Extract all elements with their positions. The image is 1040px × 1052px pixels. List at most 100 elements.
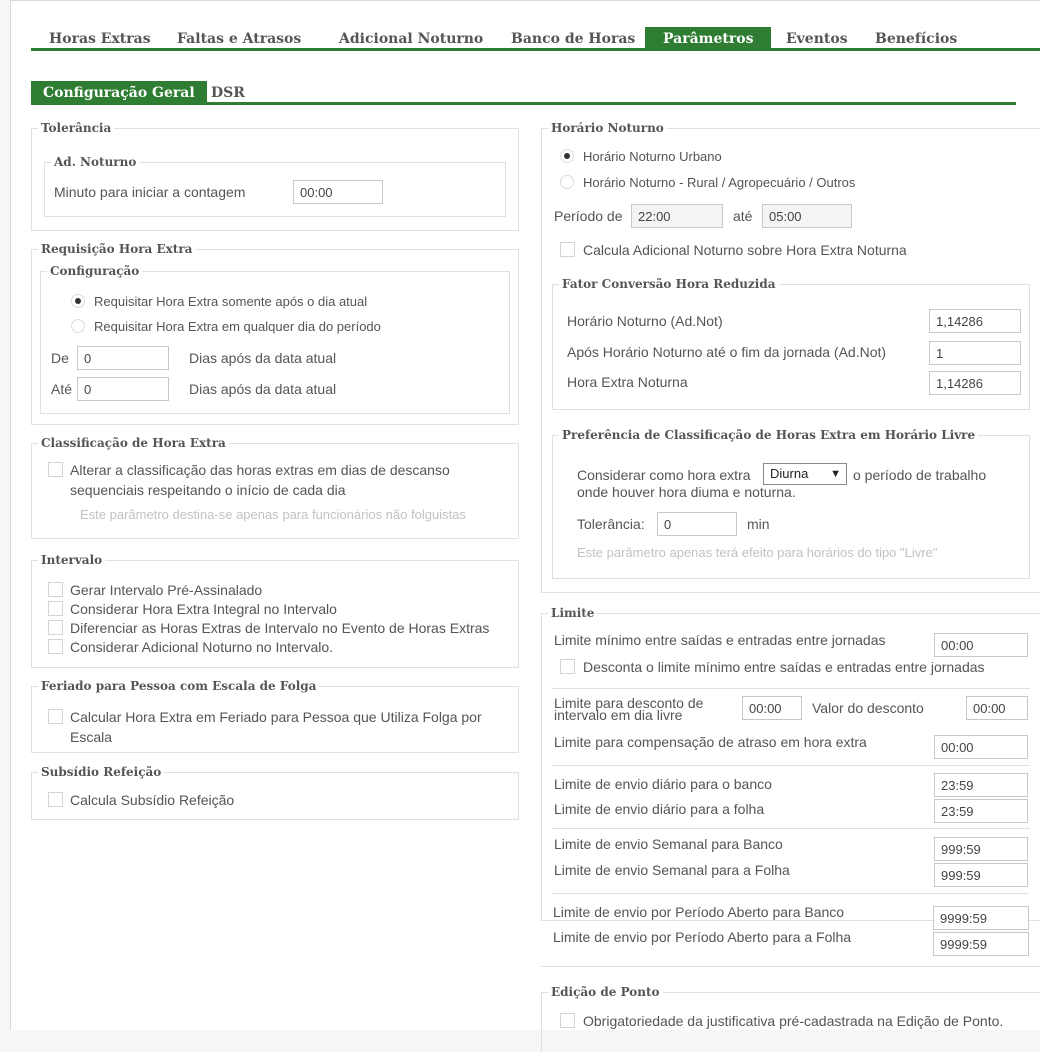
pref-tolerancia-input[interactable]: 0 bbox=[657, 512, 737, 536]
checkbox-feriado[interactable] bbox=[48, 709, 63, 724]
checkbox-subsidio[interactable] bbox=[48, 792, 63, 807]
fieldset-configuracao: Configuração Requisitar Hora Extra somen… bbox=[40, 264, 510, 414]
intervalo-item-4: Considerar Adicional Noturno no Interval… bbox=[70, 639, 334, 655]
valor-desconto-label: Valor do desconto bbox=[812, 700, 924, 716]
divider bbox=[551, 893, 1029, 894]
pref-hint: Este parâmetro apenas terá efeito para h… bbox=[577, 545, 938, 560]
tab-adicional-noturno[interactable]: Adicional Noturno bbox=[321, 27, 501, 51]
fieldset-feriado: Feriado para Pessoa com Escala de Folga … bbox=[31, 679, 519, 753]
tab-parametros[interactable]: Parâmetros bbox=[645, 27, 772, 51]
tab-eventos[interactable]: Eventos bbox=[768, 27, 866, 51]
classificacao-line2: sequenciais respeitando o início de cada… bbox=[70, 482, 346, 498]
checkbox-diferenciar-he[interactable] bbox=[48, 620, 63, 635]
periodo-folha-input[interactable]: 9999:59 bbox=[933, 932, 1029, 956]
checkbox-justificativa[interactable] bbox=[560, 1013, 575, 1028]
checkbox-adicional-noturno-intervalo[interactable] bbox=[48, 639, 63, 654]
radio-qualquer-dia[interactable] bbox=[71, 319, 85, 333]
semanal-banco-input[interactable]: 999:59 bbox=[934, 837, 1028, 861]
limite-minimo-input[interactable]: 00:00 bbox=[934, 633, 1028, 657]
legend-preferencia: Preferência de Classificação de Horas Ex… bbox=[559, 428, 979, 443]
valor-desconto-input[interactable]: 00:00 bbox=[966, 696, 1028, 720]
sub-tab-bar: Configuração Geral DSR bbox=[31, 81, 1016, 105]
fieldset-subsidio: Subsídio Refeição Calcula Subsídio Refei… bbox=[31, 765, 519, 820]
desconto-intervalo-input[interactable]: 00:00 bbox=[742, 696, 802, 720]
legend-feriado: Feriado para Pessoa com Escala de Folga bbox=[38, 679, 320, 694]
pref-select[interactable]: Diurna ▼ bbox=[763, 463, 847, 485]
limite-minimo-label: Limite mínimo entre saídas e entradas en… bbox=[554, 632, 886, 648]
periodo-folha-label: Limite de envio por Período Aberto para … bbox=[553, 929, 852, 945]
minuto-input[interactable]: 00:00 bbox=[293, 180, 383, 204]
checkbox-he-integral[interactable] bbox=[48, 601, 63, 616]
tab-beneficios[interactable]: Benefícios bbox=[857, 27, 975, 51]
legend-horario-noturno: Horário Noturno bbox=[548, 121, 667, 136]
pref-min-label: min bbox=[747, 516, 770, 532]
diario-banco-label: Limite de envio diário para o banco bbox=[554, 776, 772, 792]
minuto-label: Minuto para iniciar a contagem bbox=[54, 184, 246, 200]
fieldset-preferencia: Preferência de Classificação de Horas Ex… bbox=[552, 428, 1030, 579]
checkbox-alterar-classificacao[interactable] bbox=[48, 462, 63, 477]
tab-banco-horas[interactable]: Banco de Horas bbox=[493, 27, 653, 51]
legend-classificacao: Classificação de Hora Extra bbox=[38, 436, 229, 451]
fieldset-limite: Limite Limite mínimo entre saídas e entr… bbox=[541, 606, 1040, 921]
fator-row-3-input[interactable]: 1,14286 bbox=[929, 371, 1021, 395]
semanal-folha-input[interactable]: 999:59 bbox=[934, 863, 1028, 887]
compensacao-input[interactable]: 00:00 bbox=[934, 735, 1028, 759]
fieldset-tolerancia: Tolerância Ad. Noturno Minuto para inici… bbox=[31, 121, 519, 231]
fieldset-horario-noturno: Horário Noturno Horário Noturno Urbano H… bbox=[541, 121, 1040, 593]
ate-dias-label: Dias após da data atual bbox=[189, 381, 337, 397]
compensacao-label: Limite para compensação de atraso em hor… bbox=[554, 734, 867, 750]
diario-banco-input[interactable]: 23:59 bbox=[934, 773, 1028, 797]
de-dias-label: Dias após da data atual bbox=[189, 350, 337, 366]
fieldset-requisicao: Requisição Hora Extra Configuração Requi… bbox=[31, 242, 519, 425]
checkbox-desconta-limite[interactable] bbox=[560, 659, 575, 674]
feriado-line1: Calcular Hora Extra em Feriado para Pess… bbox=[70, 709, 482, 725]
radio-noturno-urbano[interactable] bbox=[560, 149, 574, 163]
justificativa-label: Obrigatoriedade da justificativa pré-cad… bbox=[583, 1013, 1004, 1029]
checkbox-calcula-adicional[interactable] bbox=[560, 242, 575, 257]
calcula-adicional-label: Calcula Adicional Noturno sobre Hora Ext… bbox=[583, 242, 907, 258]
legend-requisicao: Requisição Hora Extra bbox=[38, 242, 196, 257]
chevron-down-icon: ▼ bbox=[830, 468, 841, 480]
radio-apos-dia-atual[interactable] bbox=[71, 294, 85, 308]
classificacao-hint: Este parâmetro destina-se apenas para fu… bbox=[80, 507, 466, 522]
semanal-folha-label: Limite de envio Semanal para a Folha bbox=[554, 862, 790, 878]
radio-noturno-rural-label: Horário Noturno - Rural / Agropecuário /… bbox=[583, 175, 856, 190]
desconto-intervalo-label-2: intervalo em dia livre bbox=[554, 707, 683, 723]
periodo-banco-input[interactable]: 9999:59 bbox=[933, 906, 1029, 930]
limite-bottom-border bbox=[541, 966, 1040, 967]
tab-horas-extras[interactable]: Horas Extras bbox=[31, 27, 169, 51]
periodo-de-input[interactable]: 22:00 bbox=[631, 204, 723, 228]
legend-fator-conversao: Fator Conversão Hora Reduzida bbox=[559, 277, 779, 292]
legend-intervalo: Intervalo bbox=[38, 553, 106, 568]
pref-select-value: Diurna bbox=[770, 466, 809, 481]
radio-qualquer-dia-label: Requisitar Hora Extra em qualquer dia do… bbox=[94, 319, 381, 334]
checkbox-intervalo-pre-assinalado[interactable] bbox=[48, 582, 63, 597]
fator-row-1-label: Horário Noturno (Ad.Not) bbox=[567, 313, 723, 329]
fieldset-edicao-ponto: Edição de Ponto Obrigatoriedade da justi… bbox=[541, 985, 1040, 1052]
desconta-limite-label: Desconta o limite mínimo entre saídas e … bbox=[583, 659, 985, 675]
legend-tolerancia: Tolerância bbox=[38, 121, 115, 136]
fator-row-1-input[interactable]: 1,14286 bbox=[929, 309, 1021, 333]
fator-row-2-input[interactable]: 1 bbox=[929, 341, 1021, 365]
tab-configuracao-geral[interactable]: Configuração Geral bbox=[31, 81, 207, 105]
tab-faltas-atrasos[interactable]: Faltas e Atrasos bbox=[159, 27, 319, 51]
diario-folha-input[interactable]: 23:59 bbox=[934, 799, 1028, 823]
ate-label: Até bbox=[51, 381, 73, 397]
fieldset-ad-noturno: Ad. Noturno Minuto para iniciar a contag… bbox=[44, 155, 506, 217]
legend-limite: Limite bbox=[548, 606, 598, 621]
de-input[interactable]: 0 bbox=[77, 346, 169, 370]
divider bbox=[552, 765, 1030, 766]
intervalo-item-1: Gerar Intervalo Pré-Assinalado bbox=[70, 582, 263, 598]
pref-line2: onde houver hora diuma e noturna. bbox=[577, 484, 796, 500]
tab-dsr[interactable]: DSR bbox=[199, 81, 257, 105]
fieldset-fator-conversao: Fator Conversão Hora Reduzida Horário No… bbox=[552, 277, 1030, 410]
ate-input[interactable]: 0 bbox=[77, 377, 169, 401]
intervalo-item-2: Considerar Hora Extra Integral no Interv… bbox=[70, 601, 337, 617]
periodo-ate-input[interactable]: 05:00 bbox=[762, 204, 852, 228]
divider bbox=[552, 688, 1030, 689]
pref-tolerancia-label: Tolerância: bbox=[577, 516, 645, 532]
de-label: De bbox=[51, 350, 69, 366]
radio-noturno-rural[interactable] bbox=[560, 175, 574, 189]
radio-noturno-urbano-label: Horário Noturno Urbano bbox=[583, 149, 722, 164]
main-tab-bar: Horas Extras Faltas e Atrasos Adicional … bbox=[31, 27, 1040, 51]
